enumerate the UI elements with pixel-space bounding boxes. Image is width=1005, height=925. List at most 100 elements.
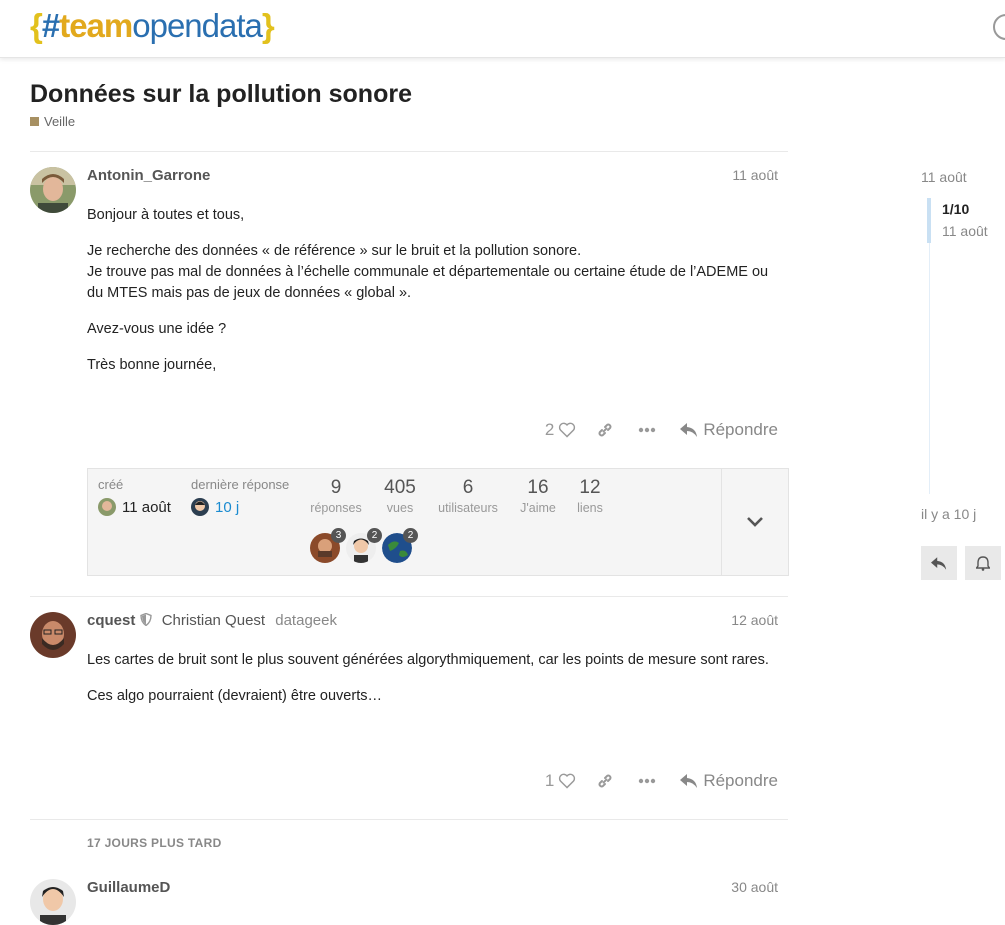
timeline-scroll-handle[interactable] <box>927 198 931 243</box>
created-value-row: 11 août <box>98 498 171 516</box>
bell-icon <box>976 555 990 571</box>
stat-label: liens <box>577 501 603 515</box>
stat-value: 12 <box>579 477 601 498</box>
post-author-title: datageek <box>275 612 337 629</box>
link-icon[interactable] <box>596 421 614 439</box>
post-actions: 2 Répondre <box>545 420 778 440</box>
category-badge[interactable]: Veille <box>30 114 75 129</box>
more-icon[interactable] <box>638 427 656 433</box>
participant-avatar[interactable]: 2 <box>346 528 382 563</box>
stat-value: 405 <box>384 477 416 498</box>
reply-button[interactable]: Répondre <box>680 771 778 791</box>
post-paragraph: Ces algo pourraient (devraient) être ouv… <box>87 688 382 704</box>
last-reply-value: 10 j <box>215 498 240 516</box>
participants: 3 2 2 <box>310 528 418 563</box>
post-author[interactable]: GuillaumeD <box>87 879 170 896</box>
timeline-start-date[interactable]: 11 août <box>921 169 967 185</box>
post-paragraph: Je recherche des données « de référence … <box>87 243 769 301</box>
post-date[interactable]: 30 août <box>731 879 778 895</box>
chevron-down-icon <box>747 517 763 527</box>
last-reply-value-row: 10 j <box>191 498 289 516</box>
post-author-fullname[interactable]: Christian Quest <box>162 612 265 629</box>
post-2: cquest Christian Quest datageek 12 août … <box>30 612 788 812</box>
post-paragraph: Avez-vous une idée ? <box>87 321 227 337</box>
stat-replies: 9 réponses <box>308 477 364 515</box>
post-paragraph: Les cartes de bruit sont le plus souvent… <box>87 652 769 668</box>
like-button[interactable]: 1 <box>545 771 576 791</box>
post-paragraph: Bonjour à toutes et tous, <box>87 207 245 223</box>
logo-opendata: opendata <box>132 7 263 44</box>
avatar[interactable] <box>191 498 209 516</box>
avatar[interactable] <box>30 879 76 925</box>
stat-label: réponses <box>310 501 362 515</box>
search-icon[interactable] <box>993 14 1005 40</box>
stat-value: 6 <box>462 477 474 498</box>
logo-brace-close: } <box>261 7 275 44</box>
timeline-position-date: 11 août <box>942 223 988 239</box>
shield-icon <box>139 612 152 627</box>
post-1: Antonin_Garrone 11 août Bonjour à toutes… <box>30 167 788 467</box>
divider <box>30 596 788 597</box>
participant-avatar[interactable]: 3 <box>310 528 346 563</box>
category-color-square <box>30 117 39 126</box>
stat-views: 405 vues <box>376 477 424 515</box>
avatar[interactable] <box>30 167 76 213</box>
like-count: 1 <box>544 771 555 790</box>
stat-likes: 16 J'aime <box>514 477 562 515</box>
avatar[interactable] <box>30 612 76 658</box>
last-reply-info[interactable]: dernière réponse 10 j <box>191 477 289 516</box>
stat-links: 12 liens <box>572 477 608 515</box>
timeline-reply-button[interactable] <box>921 546 957 580</box>
post-author-line: cquest Christian Quest datageek <box>87 612 337 629</box>
notifications-button[interactable] <box>965 546 1001 580</box>
avatar[interactable] <box>98 498 116 516</box>
divider <box>30 151 788 152</box>
participant-count: 3 <box>331 528 346 543</box>
post-body: Les cartes de bruit sont le plus souvent… <box>87 650 787 722</box>
stat-label: vues <box>386 501 414 515</box>
created-info: créé 11 août <box>98 477 171 516</box>
participant-avatar[interactable]: 2 <box>382 528 418 563</box>
site-header: {#teamopendata} <box>0 0 1005 58</box>
like-count: 2 <box>544 420 555 439</box>
like-button[interactable]: 2 <box>545 420 576 440</box>
participant-count: 2 <box>403 528 418 543</box>
post-actions: 1 Répondre <box>545 771 778 791</box>
post-author[interactable]: Antonin_Garrone <box>87 167 210 184</box>
logo-team: team <box>59 7 133 44</box>
stat-value: 16 <box>527 477 549 498</box>
post-paragraph: Très bonne journée, <box>87 357 217 373</box>
topic-map: créé 11 août dernière réponse 10 j 9 rép… <box>87 468 789 576</box>
time-gap-label: 17 JOURS PLUS TARD <box>87 836 222 850</box>
stat-label: J'aime <box>520 501 556 515</box>
reply-icon <box>680 423 698 437</box>
reply-label: Répondre <box>703 771 778 790</box>
divider <box>30 819 788 820</box>
logo-brace-open: { <box>30 7 43 44</box>
last-reply-label: dernière réponse <box>191 477 290 492</box>
reply-label: Répondre <box>703 420 778 439</box>
category-label: Veille <box>44 114 76 129</box>
site-logo[interactable]: {#teamopendata} <box>30 6 275 46</box>
reply-button[interactable]: Répondre <box>680 420 778 440</box>
topic-title[interactable]: Données sur la pollution sonore <box>30 80 412 109</box>
post-3: GuillaumeD 30 août <box>30 879 788 925</box>
reply-icon <box>931 556 947 570</box>
stat-users: 6 utilisateurs <box>434 477 502 515</box>
heart-icon <box>559 773 576 789</box>
stat-value: 9 <box>330 477 342 498</box>
post-author[interactable]: cquest <box>87 612 135 629</box>
post-date[interactable]: 11 août <box>732 167 778 183</box>
more-icon[interactable] <box>638 778 656 784</box>
link-icon[interactable] <box>596 772 614 790</box>
stat-label: utilisateurs <box>438 501 498 515</box>
created-value: 11 août <box>122 498 171 516</box>
logo-hash: # <box>41 7 60 44</box>
participant-count: 2 <box>367 528 382 543</box>
heart-icon <box>559 422 576 438</box>
post-body: Bonjour à toutes et tous, Je recherche d… <box>87 205 787 391</box>
expand-summary-button[interactable] <box>721 469 788 575</box>
post-date[interactable]: 12 août <box>731 612 778 628</box>
timeline-position: 1/10 <box>942 201 970 217</box>
timeline-end-date[interactable]: il y a 10 j <box>921 506 976 522</box>
